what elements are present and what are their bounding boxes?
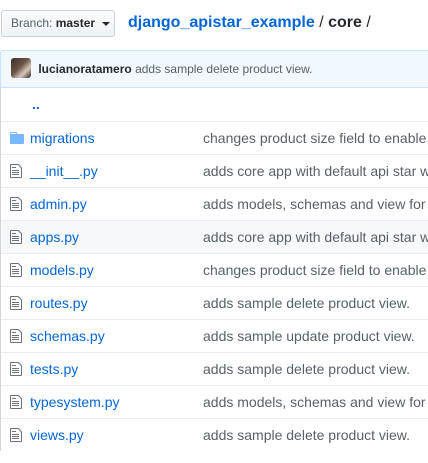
breadcrumb-separator: / — [319, 14, 324, 31]
breadcrumb: django_apistar_example / core / — [128, 12, 371, 34]
file-icon — [10, 196, 24, 212]
file-row[interactable]: tests.py adds sample delete product view. — [1, 352, 428, 385]
folder-row[interactable]: migrations changes product size field to … — [1, 121, 428, 154]
folder-name-link[interactable]: migrations — [30, 122, 95, 155]
branch-label: Branch: — [11, 16, 53, 30]
file-name-link[interactable]: apps.py — [30, 221, 79, 254]
file-name-link[interactable]: views.py — [30, 419, 84, 452]
file-name-link[interactable]: routes.py — [30, 287, 88, 320]
commit-message-link[interactable]: adds models, schemas and view for — [203, 188, 426, 221]
file-name-link[interactable]: admin.py — [30, 188, 87, 221]
file-icon — [10, 229, 24, 245]
file-icon — [10, 361, 24, 377]
commit-message-link[interactable]: changes product size field to enable — [203, 122, 426, 155]
parent-directory-row[interactable]: .. — [1, 88, 428, 121]
commit-author-link[interactable]: lucianoratamero — [38, 62, 131, 76]
commit-message-link[interactable]: adds sample delete product view. — [203, 287, 410, 320]
file-icon — [10, 295, 24, 311]
file-icon — [10, 163, 24, 179]
commit-message-link[interactable]: adds sample delete product view. — [203, 353, 410, 386]
file-row[interactable]: typesystem.py adds models, schemas and vi… — [1, 385, 428, 418]
file-row[interactable]: apps.py adds core app with default api st… — [1, 220, 428, 253]
file-name-link[interactable]: typesystem.py — [30, 386, 119, 419]
file-row[interactable]: schemas.py adds sample update product vie… — [1, 319, 428, 352]
dropdown-caret-icon — [102, 21, 111, 26]
file-list: .. migrations changes product size field … — [0, 88, 428, 451]
branch-name: master — [55, 16, 96, 30]
file-row[interactable]: admin.py adds models, schemas and view fo… — [1, 187, 428, 220]
commit-message-link[interactable]: changes product size field to enable — [203, 254, 426, 287]
file-row[interactable]: routes.py adds sample delete product view… — [1, 286, 428, 319]
file-row[interactable]: views.py adds sample delete product view. — [1, 418, 428, 451]
avatar[interactable] — [11, 58, 31, 79]
folder-icon — [10, 130, 24, 146]
file-icon — [10, 394, 24, 410]
parent-directory-link[interactable]: .. — [32, 88, 40, 121]
file-name-link[interactable]: schemas.py — [30, 320, 105, 353]
commit-message-link[interactable]: adds models, schemas and view for — [203, 386, 426, 419]
file-row[interactable]: models.py changes product size field to e… — [1, 253, 428, 286]
commit-message-link[interactable]: adds sample update product view. — [203, 320, 415, 353]
breadcrumb-current-dir: core — [328, 14, 362, 31]
file-icon — [10, 427, 24, 443]
file-row[interactable]: __init__.py adds core app with default ap… — [1, 154, 428, 187]
commit-message-link[interactable]: adds core app with default api star w — [203, 155, 428, 188]
file-name-link[interactable]: models.py — [30, 254, 94, 287]
commit-message-link[interactable]: adds sample delete product view. — [203, 419, 410, 452]
breadcrumb-separator: / — [366, 14, 371, 31]
file-name-link[interactable]: __init__.py — [30, 155, 98, 188]
file-navigation: Branch: master django_apistar_example / … — [0, 0, 428, 48]
commit-message-link[interactable]: adds core app with default api star w — [203, 221, 428, 254]
commit-message-link[interactable]: adds sample delete product view. — [135, 62, 312, 76]
breadcrumb-repo-link[interactable]: django_apistar_example — [128, 14, 315, 31]
file-icon — [10, 328, 24, 344]
file-icon — [10, 262, 24, 278]
latest-commit-bar: lucianoratamero adds sample delete produ… — [0, 50, 428, 88]
branch-select-button[interactable]: Branch: master — [1, 10, 115, 37]
file-name-link[interactable]: tests.py — [30, 353, 78, 386]
